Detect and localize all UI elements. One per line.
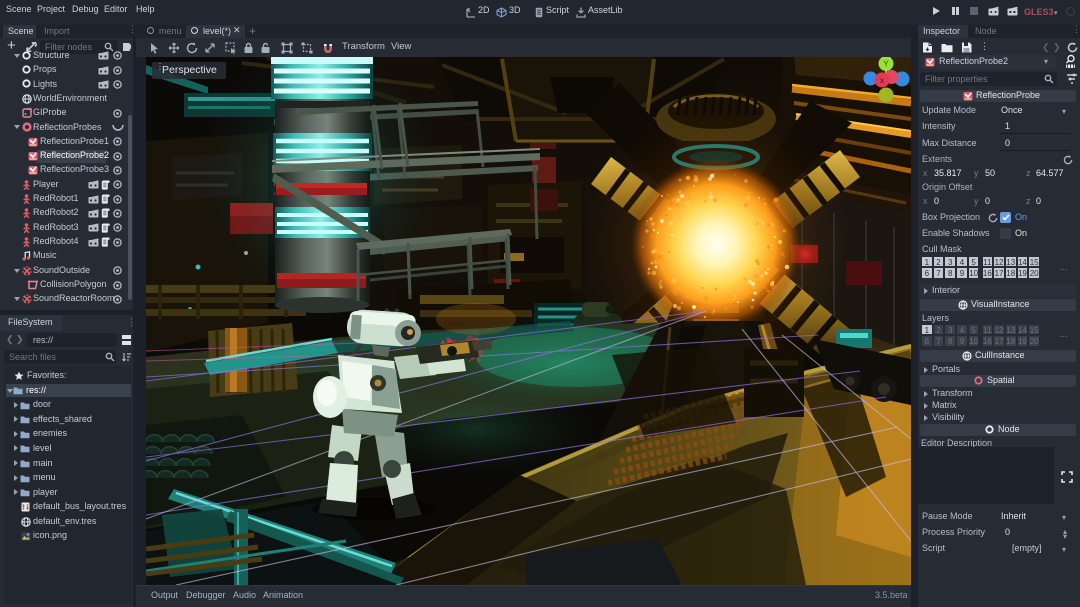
svg-text:Y: Y xyxy=(883,60,889,69)
svg-text:x: x xyxy=(880,76,884,85)
